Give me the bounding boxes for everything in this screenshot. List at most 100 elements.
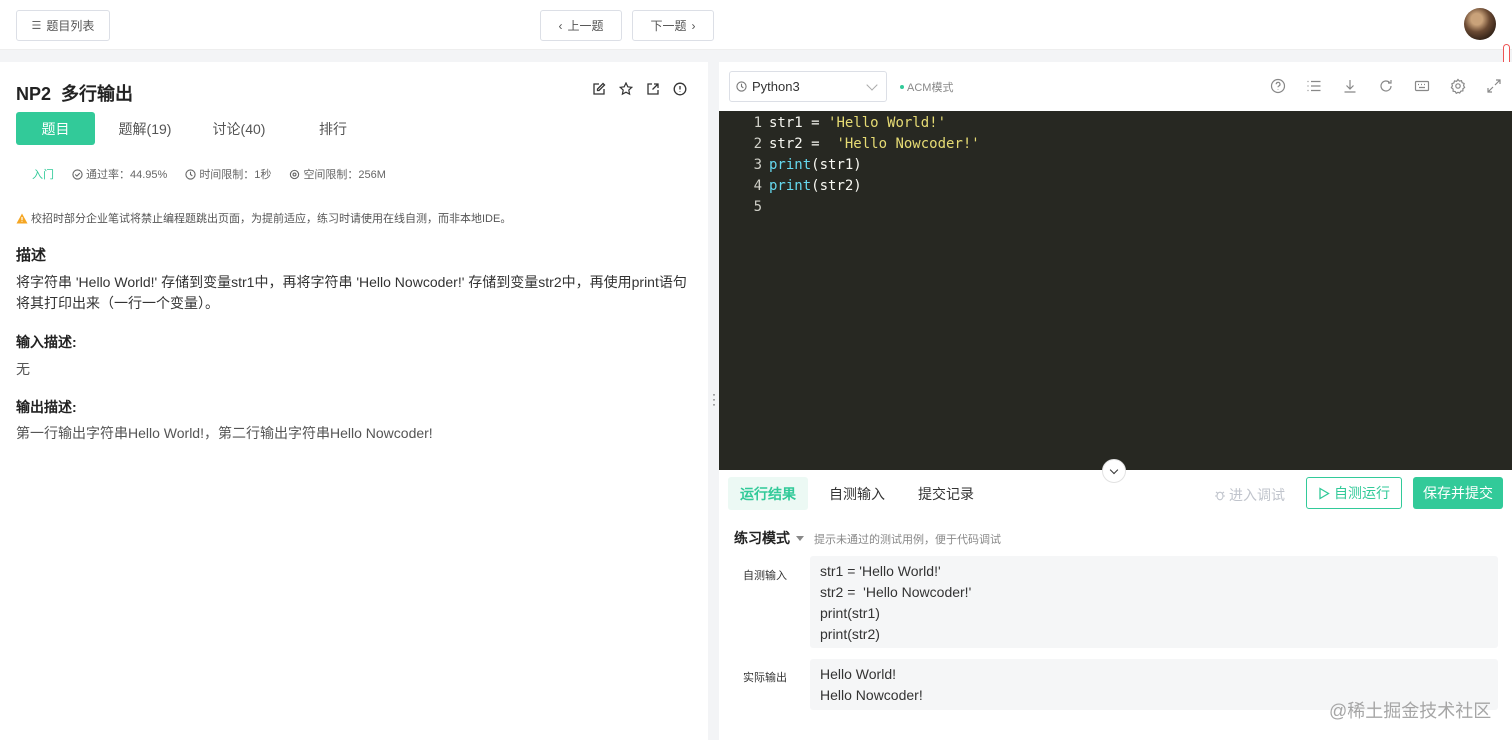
- practice-mode-label: 练习模式: [734, 530, 790, 546]
- self-input-line: str2 = 'Hello Nowcoder!': [820, 584, 972, 600]
- keyboard-icon[interactable]: [1414, 78, 1430, 94]
- line-number: 3: [753, 157, 762, 173]
- bug-icon: [1215, 491, 1225, 501]
- warning-notice: 校招时部分企业笔试将禁止编程题跳出页面，为提前适应，练习时请使用在线自测，而非本…: [16, 210, 511, 226]
- output-text: 第一行输出字符串Hello World!，第二行输出字符串Hello Nowco…: [16, 425, 433, 441]
- self-input-line: print(str2): [820, 626, 880, 642]
- pass-rate: 通过率：44.95%: [72, 166, 167, 182]
- editor-toolbar: Python3 ACM模式: [719, 62, 1512, 111]
- line-number: 1: [753, 115, 762, 131]
- list-icon[interactable]: [1306, 78, 1322, 94]
- input-text: 无: [16, 361, 30, 377]
- output-heading: 输出描述:: [16, 399, 77, 415]
- list-icon: ☰: [31, 20, 42, 32]
- chevron-right-icon: ›: [691, 18, 696, 33]
- debug-button[interactable]: 进入调试: [1214, 485, 1285, 505]
- code-string: 'Hello Nowcoder!': [836, 136, 980, 152]
- mode-tag: ACM模式: [900, 79, 953, 95]
- warning-icon: [16, 213, 28, 223]
- problem-meta: 入门 通过率：44.95% 时间限制：1秒 空间限制：256M: [32, 166, 386, 182]
- edit-icon[interactable]: [592, 82, 606, 96]
- editor-panel: Python3 ACM模式 1 str1 = 'Hello World!' 2 …: [719, 62, 1512, 740]
- self-input-line: str1 = 'Hello World!': [820, 563, 941, 579]
- code-line: 2 str2 = 'Hello Nowcoder!': [719, 136, 980, 156]
- clock-icon: [736, 81, 747, 92]
- share-icon[interactable]: [646, 82, 660, 96]
- chevron-down-icon: [1109, 465, 1119, 474]
- space-limit: 空间限制：256M: [289, 166, 386, 182]
- tab-ranking[interactable]: 排行: [289, 112, 377, 145]
- line-number: 2: [753, 136, 762, 152]
- fullscreen-icon[interactable]: [1486, 78, 1502, 94]
- chevron-left-icon: ‹: [558, 18, 563, 33]
- problem-list-label: 题目列表: [46, 19, 95, 33]
- code-text: (str2): [811, 178, 862, 194]
- next-label: 下一题: [650, 19, 687, 33]
- caret-down-icon: [796, 535, 804, 541]
- space-limit-text: 空间限制：256M: [303, 169, 386, 181]
- drag-handle-icon: · · ·: [712, 387, 716, 411]
- output-line: Hello World!: [820, 666, 896, 682]
- play-icon: [1319, 486, 1330, 500]
- tab-self-input[interactable]: 自测输入: [817, 477, 897, 510]
- download-icon[interactable]: [1342, 78, 1358, 94]
- top-bar: ☰ 题目列表 ‹ 上一题 下一题 ›: [0, 0, 1512, 50]
- tab-problem[interactable]: 题目: [16, 112, 95, 145]
- problem-title: NP2 多行输出: [16, 84, 134, 104]
- refresh-icon[interactable]: [1378, 78, 1394, 94]
- tab-discussion[interactable]: 讨论(40): [195, 112, 283, 145]
- tab-run-result[interactable]: 运行结果: [728, 477, 808, 510]
- code-line: 1 str1 = 'Hello World!': [719, 115, 946, 135]
- practice-mode-select[interactable]: 练习模式: [734, 528, 804, 548]
- next-problem-button[interactable]: 下一题 ›: [632, 10, 714, 41]
- description-text: 将字符串 'Hello World!' 存储到变量str1中，再将字符串 'He…: [16, 274, 687, 311]
- code-text: str1 =: [769, 115, 829, 131]
- collapse-console-button[interactable]: [1102, 459, 1126, 483]
- time-limit-text: 时间限制：1秒: [199, 169, 272, 181]
- settings-icon[interactable]: [1450, 78, 1466, 94]
- star-icon[interactable]: [619, 82, 633, 96]
- self-input-box: str1 = 'Hello World!' str2 = 'Hello Nowc…: [810, 556, 1498, 648]
- help-icon[interactable]: [1270, 78, 1286, 94]
- self-input-label: 自测输入: [743, 570, 787, 582]
- problem-list-button[interactable]: ☰ 题目列表: [16, 10, 110, 41]
- code-line: 3 print (str1): [719, 157, 862, 177]
- code-string: 'Hello World!': [828, 115, 947, 131]
- code-line: 5: [719, 199, 769, 219]
- input-heading: 输入描述:: [16, 334, 77, 350]
- result-tabs: 运行结果 自测输入 提交记录: [728, 477, 986, 510]
- problem-panel: NP2 多行输出 题目 题解(19) 讨论(40) 排行 入门 通过率：44.9…: [0, 62, 708, 740]
- tab-submissions[interactable]: 提交记录: [906, 477, 986, 510]
- debug-label: 进入调试: [1229, 487, 1285, 503]
- panel-splitter[interactable]: · · ·: [708, 62, 719, 740]
- info-icon[interactable]: [673, 82, 687, 96]
- prev-label: 上一题: [567, 19, 604, 33]
- submit-button[interactable]: 保存并提交: [1413, 477, 1503, 509]
- language-value: Python3: [752, 79, 800, 94]
- clock-icon: [185, 168, 196, 180]
- check-circle-icon: [72, 168, 83, 180]
- language-select[interactable]: Python3: [729, 71, 887, 102]
- code-editor[interactable]: 1 str1 = 'Hello World!' 2 str2 = 'Hello No…: [719, 111, 1512, 470]
- warning-text: 校招时部分企业笔试将禁止编程题跳出页面，为提前适应，练习时请使用在线自测，而非本…: [31, 213, 512, 225]
- description-heading: 描述: [16, 247, 47, 264]
- status-dot: [900, 85, 904, 89]
- mode-text: ACM模式: [907, 82, 954, 94]
- problem-tools: [592, 82, 687, 96]
- code-text: (str1): [811, 157, 862, 173]
- run-label: 自测运行: [1334, 485, 1390, 501]
- pass-rate-text: 通过率：44.95%: [86, 169, 168, 181]
- actual-output-label: 实际输出: [743, 672, 787, 684]
- time-limit: 时间限制：1秒: [185, 166, 271, 182]
- avatar[interactable]: [1464, 8, 1496, 40]
- watermark: @稀土掘金技术社区: [1329, 701, 1492, 721]
- memory-icon: [290, 169, 300, 179]
- code-line: 4 print (str2): [719, 178, 862, 198]
- run-button[interactable]: 自测运行: [1306, 477, 1402, 509]
- tab-solutions[interactable]: 题解(19): [101, 112, 189, 145]
- line-number: 4: [753, 178, 762, 194]
- difficulty-badge: 入门: [32, 169, 54, 181]
- prev-problem-button[interactable]: ‹ 上一题: [540, 10, 622, 41]
- practice-hint: 提示未通过的测试用例，便于代码调试: [814, 534, 1001, 546]
- code-function: print: [769, 178, 812, 194]
